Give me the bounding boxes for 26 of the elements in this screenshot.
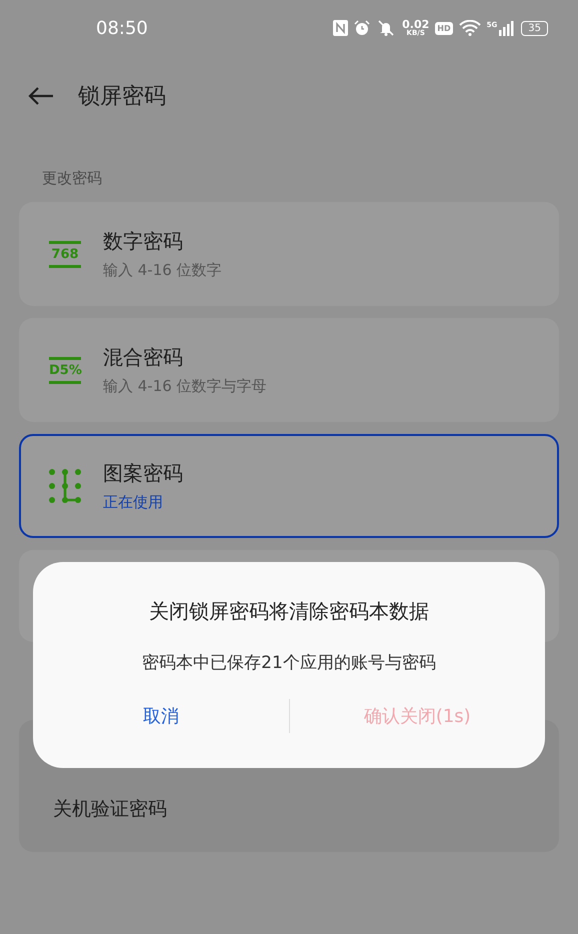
dialog-message: 密码本中已保存21个应用的账号与密码 (142, 652, 436, 674)
net-speed: 0.02 (402, 19, 430, 30)
muted-bell-icon (376, 20, 396, 36)
wifi-icon (458, 20, 481, 36)
suggestion-item[interactable]: 关机验证密码 (53, 796, 167, 822)
pattern-icon (49, 469, 81, 503)
signal-icon (499, 20, 516, 36)
hd-badge: HD (435, 22, 453, 34)
alarm-icon (354, 20, 370, 36)
nfc-icon (333, 20, 348, 36)
password-option[interactable]: 768 数字密码 输入 4-16 位数字 (19, 202, 559, 306)
option-subtitle: 正在使用 (103, 493, 164, 512)
section-title: 更改密码 (41, 168, 103, 189)
option-title: 混合密码 (103, 344, 184, 371)
option-title: 图案密码 (103, 460, 183, 487)
dialog-title: 关闭锁屏密码将清除密码本数据 (149, 598, 429, 625)
option-subtitle: 输入 4-16 位数字与字母 (103, 377, 267, 396)
password-option[interactable]: D5% 混合密码 输入 4-16 位数字与字母 (19, 318, 559, 422)
option-title: 数字密码 (103, 228, 184, 255)
cancel-button[interactable]: 取消 (33, 696, 288, 736)
status-time: 08:50 (96, 18, 149, 38)
back-arrow-icon[interactable] (28, 87, 54, 105)
option-subtitle: 输入 4-16 位数字 (103, 261, 222, 280)
page-title: 锁屏密码 (78, 83, 166, 111)
password-option[interactable]: 图案密码 正在使用 (19, 434, 559, 538)
battery-level: 35 (521, 20, 548, 36)
